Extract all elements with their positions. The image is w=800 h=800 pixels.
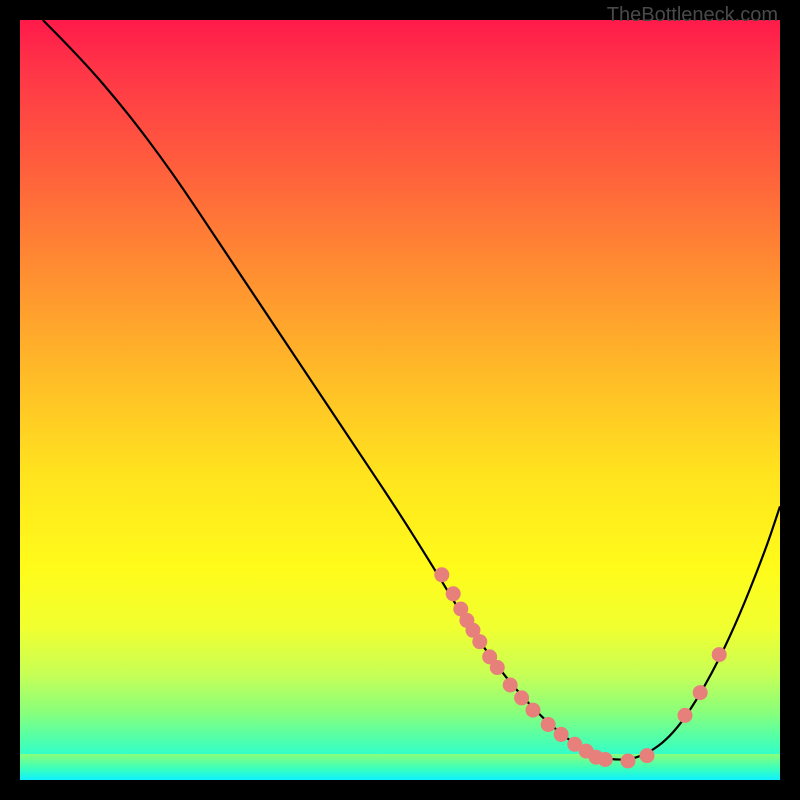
data-point xyxy=(598,752,613,767)
data-point xyxy=(490,660,505,675)
bottleneck-curve xyxy=(43,20,780,760)
data-point xyxy=(503,678,518,693)
plot-area xyxy=(20,20,780,780)
data-point xyxy=(712,647,727,662)
data-point xyxy=(526,703,541,718)
data-markers xyxy=(434,567,726,768)
data-point xyxy=(621,754,636,769)
data-point xyxy=(434,567,449,582)
data-point xyxy=(678,708,693,723)
data-point xyxy=(693,685,708,700)
data-point xyxy=(554,727,569,742)
data-point xyxy=(541,717,556,732)
data-point xyxy=(446,586,461,601)
watermark-text: TheBottleneck.com xyxy=(607,4,778,27)
data-point xyxy=(514,690,529,705)
data-point xyxy=(640,748,655,763)
data-point xyxy=(472,634,487,649)
chart-svg xyxy=(20,20,780,780)
